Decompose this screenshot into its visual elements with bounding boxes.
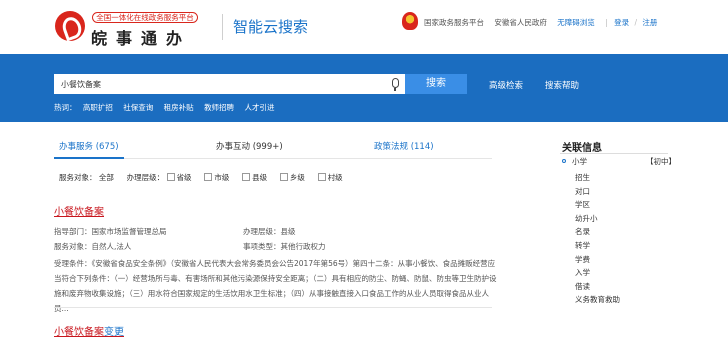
national-emblem-icon: [402, 12, 418, 30]
result-meta: 服务对象：自然人,法人: [54, 241, 131, 252]
service-object-label: 服务对象：: [59, 173, 97, 182]
level-option: 乡级: [289, 173, 305, 182]
level-label: 办理层级：: [126, 173, 165, 182]
link-accessibility[interactable]: 无障碍浏览: [557, 18, 595, 27]
result-item: 小餐饮备案变更: [54, 323, 124, 338]
sidebar-item[interactable]: 招生: [575, 172, 620, 186]
sidebar-item[interactable]: 对口: [575, 186, 620, 200]
result-tabs: 办事服务 (675) 办事互动 (999+) 政策法规 (114): [54, 133, 492, 159]
search-box: [54, 74, 405, 94]
sidebar-item[interactable]: 名录: [575, 226, 620, 240]
sidebar-item[interactable]: 借读: [575, 281, 620, 295]
logo-icon: [55, 11, 85, 41]
hot-word[interactable]: 人才引进: [244, 103, 274, 112]
sidebar-item[interactable]: 幼升小: [575, 213, 620, 227]
search-help-link[interactable]: 搜索帮助: [545, 79, 579, 91]
result-meta: 事项类型：其他行政权力: [243, 241, 326, 252]
hot-word[interactable]: 高职扩招: [83, 103, 113, 112]
sidebar-item[interactable]: 入学: [575, 267, 620, 281]
result-meta: 指导部门：国家市场监督管理总局: [54, 226, 167, 237]
level-option: 市级: [214, 173, 230, 182]
level-option: 村级: [327, 173, 343, 182]
top-links: 国家政务服务平台 安徽省人民政府 无障碍浏览 | 登录 / 注册: [424, 17, 665, 28]
active-tab-indicator: [54, 157, 124, 159]
sidebar-list: 招生 对口 学区 幼升小 名录 转学 学费 入学 借读 义务教育救助: [575, 172, 620, 308]
tab-policies[interactable]: 政策法规 (114): [374, 140, 434, 152]
result-level: 办理层级：县级: [243, 227, 296, 236]
login-separator: /: [634, 18, 638, 27]
logo-tagline: 全国一体化在线政务服务平台: [92, 12, 198, 23]
sidebar-item[interactable]: 学区: [575, 199, 620, 213]
logo-text: 皖事通办: [91, 29, 192, 48]
checkbox-province[interactable]: [166, 173, 175, 181]
result-object: 服务对象：自然人,法人: [54, 242, 132, 251]
link-anhui-government[interactable]: 安徽省人民政府: [494, 18, 547, 27]
hot-words: 热词： 高职扩招 社保查询 租房补贴 教师招聘 人才引进: [54, 102, 282, 113]
search-input[interactable]: [61, 75, 381, 93]
checkbox-city[interactable]: [204, 173, 213, 181]
register-link[interactable]: 注册: [642, 18, 657, 27]
level-option: 县级: [252, 173, 268, 182]
result-title-tail: 变更: [104, 327, 124, 338]
login-link[interactable]: 登录: [614, 18, 629, 27]
service-object-all[interactable]: 全部: [99, 173, 114, 182]
result-meta: 办理层级：县级: [243, 226, 296, 237]
sidebar-title: 关联信息: [562, 143, 602, 154]
hot-word[interactable]: 教师招聘: [204, 103, 234, 112]
level-option: 省级: [176, 173, 192, 182]
result-item: 小餐饮备案: [54, 203, 104, 218]
hot-word[interactable]: 社保查询: [123, 103, 153, 112]
sidebar-item[interactable]: 转学: [575, 240, 620, 254]
sidebar-item[interactable]: 学费: [575, 254, 620, 268]
result-title[interactable]: 小餐饮备案: [54, 203, 104, 218]
microphone-icon[interactable]: [392, 78, 399, 91]
page-title: 智能云搜索: [233, 18, 309, 36]
hot-words-label: 热词：: [54, 103, 77, 112]
links-divider: |: [605, 18, 608, 27]
tab-services[interactable]: 办事服务 (675): [59, 140, 119, 152]
result-title-main: 小餐饮备案: [54, 327, 104, 338]
sidebar-divider: [560, 153, 668, 154]
result-type: 事项类型：其他行政权力: [243, 242, 326, 251]
header-divider: [222, 14, 223, 40]
sidebar-head-label: 小学: [572, 157, 587, 166]
bullet-icon: [562, 159, 566, 163]
result-dept: 指导部门：国家市场监督管理总局: [54, 227, 167, 236]
filter-bar: 服务对象： 全部 办理层级： 省级 市级 县级 乡级 村级: [59, 172, 343, 183]
advanced-search-link[interactable]: 高级检索: [489, 79, 523, 91]
header: 全国一体化在线政务服务平台 皖事通办 智能云搜索 国家政务服务平台 安徽省人民政…: [0, 0, 728, 54]
search-button[interactable]: 搜索: [405, 74, 467, 94]
checkbox-village[interactable]: [317, 173, 326, 181]
checkbox-county[interactable]: [242, 173, 251, 181]
checkbox-township[interactable]: [279, 173, 288, 181]
result-title[interactable]: 小餐饮备案变更: [54, 323, 124, 338]
tab-interaction[interactable]: 办事互动 (999+): [216, 140, 283, 152]
link-national-platform[interactable]: 国家政务服务平台: [424, 18, 484, 27]
sidebar-head[interactable]: 小学: [562, 156, 587, 167]
result-divider: [54, 307, 492, 308]
sidebar-item[interactable]: 义务教育救助: [575, 294, 620, 308]
sidebar-tag[interactable]: 【初中】: [646, 156, 676, 167]
hot-word[interactable]: 租房补贴: [164, 103, 194, 112]
